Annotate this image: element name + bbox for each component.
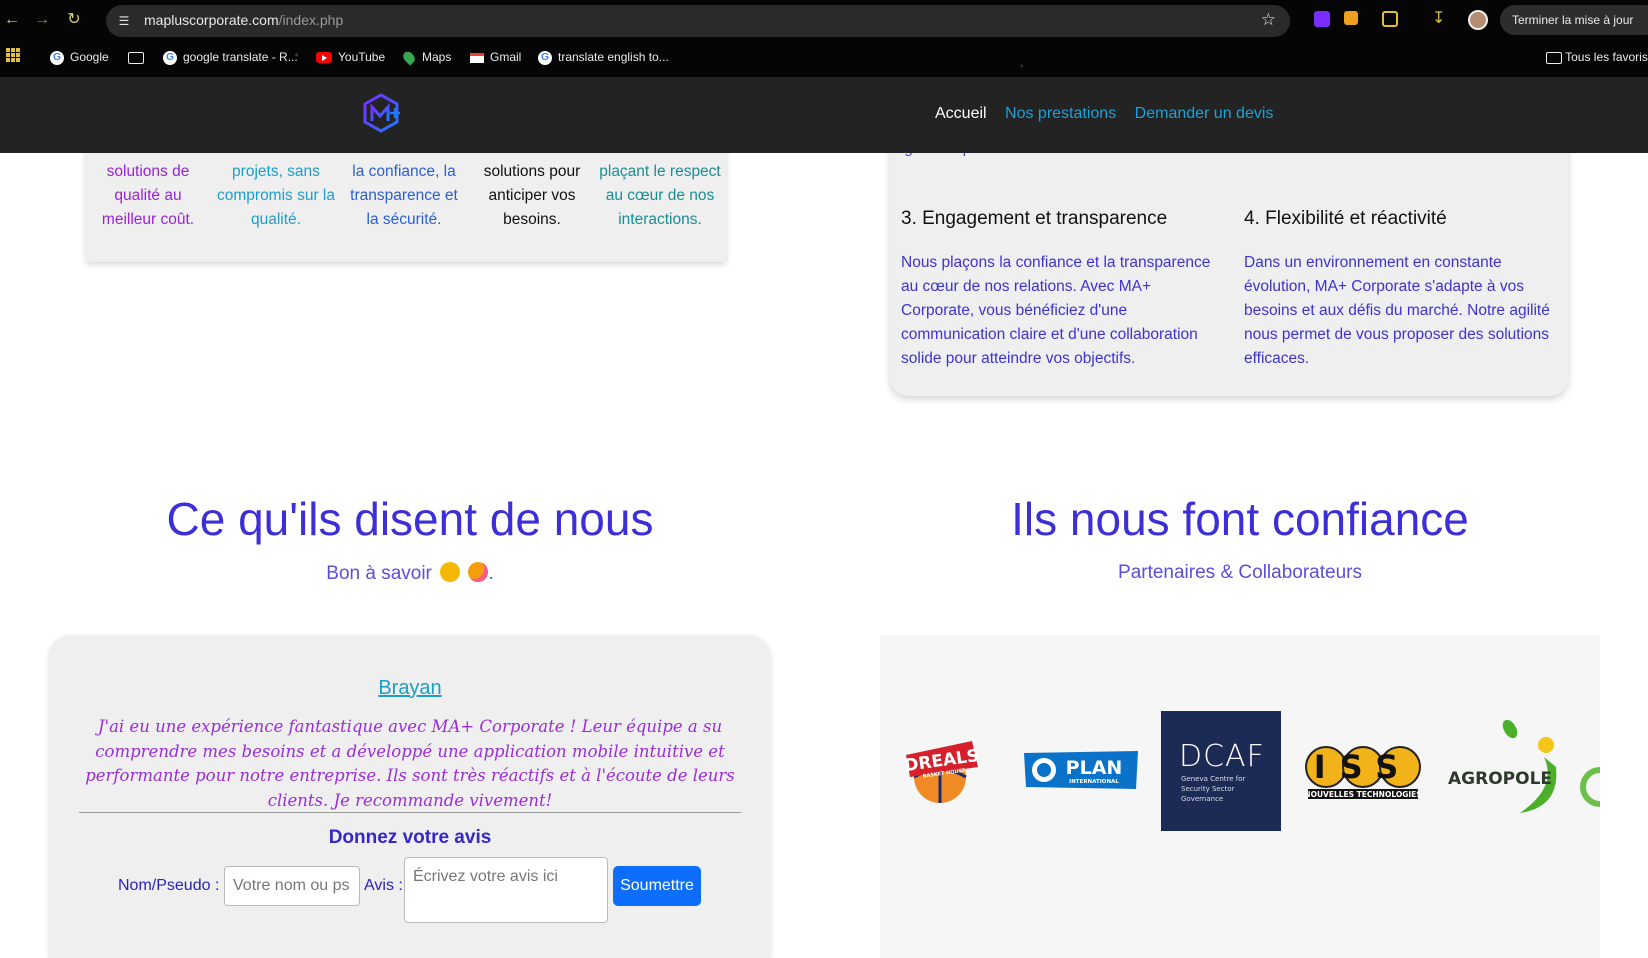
back-arrow-icon[interactable]: ← — [2, 10, 22, 30]
bookmark-google[interactable]: G Google — [50, 50, 109, 65]
bookmark-google-translate[interactable]: Ggoogle translate - R... — [163, 50, 298, 65]
feature-title-4: 4. Flexibilité et réactivité — [1244, 208, 1447, 229]
gmail-icon — [470, 52, 484, 63]
partial-logo-icon — [1580, 767, 1600, 807]
svg-text:ISS: ISS — [1314, 748, 1413, 786]
partner-logo-plan: PLAN INTERNATIONAL — [1022, 749, 1140, 791]
download-icon[interactable]: ↧ — [1432, 11, 1448, 27]
svg-text:AGROPOLE: AGROPOLE — [1448, 769, 1552, 789]
url-text: mapluscorporate.com/index.php — [144, 12, 344, 28]
partners-card: DREALS BASKET HOUSE PLAN INTERNATIONAL D… — [880, 635, 1600, 958]
value-col-4: solutions pour anticiper vos besoins. — [483, 163, 581, 228]
site-header: Accueil Nos prestations Demander un devi… — [0, 77, 1648, 153]
bookmark-youtube[interactable]: YouTube — [316, 50, 385, 64]
dreals-logo-icon: DREALS BASKET HOUSE — [903, 741, 980, 803]
reviewer-name[interactable]: Brayan — [49, 677, 771, 700]
google-icon: G — [163, 50, 177, 65]
maps-icon — [400, 49, 418, 66]
reload-icon[interactable]: ↻ — [64, 10, 84, 30]
feature-text-4: Dans un environnement en constante évolu… — [1244, 254, 1550, 367]
update-browser-button[interactable]: Terminer la mise à jour — [1500, 5, 1648, 35]
review-textarea[interactable]: Écrivez votre avis ici — [404, 857, 608, 923]
testimonials-subtitle: Bon à savoir . — [326, 562, 494, 584]
divider — [79, 812, 741, 813]
review-form-title: Donnez votre avis — [328, 827, 492, 848]
name-input[interactable]: Votre nom ou ps — [224, 866, 360, 906]
bookmark-translate[interactable]: Gtranslate english to... — [538, 50, 669, 65]
all-bookmarks[interactable]: Tous les favoris — [1546, 50, 1648, 64]
feature-title-3: 3. Engagement et transparence — [901, 208, 1168, 229]
main-nav: Accueil Nos prestations Demander un devi… — [935, 105, 1287, 123]
extension-orange-icon[interactable] — [1344, 11, 1358, 25]
google-icon: G — [50, 50, 64, 65]
bookmark-maps[interactable]: Maps — [400, 49, 451, 66]
youtube-icon — [316, 52, 332, 64]
partner-logo-iss: ISS NOUVELLES TECHNOLOGIES — [1304, 739, 1422, 801]
value-col-5: plaçant le respect au cœur de nos intera… — [599, 163, 721, 228]
folder-icon — [128, 51, 144, 64]
google-icon: G — [538, 50, 552, 65]
testimonial-card: Brayan J'ai eu une expérience fantastiqu… — [49, 635, 771, 958]
site-info-icon[interactable]: ☰ — [116, 13, 132, 29]
value-col-2: projets, sans compromis sur la qualité. — [217, 163, 335, 228]
extension-purple-icon[interactable] — [1314, 11, 1330, 27]
name-label: Nom/Pseudo : — [118, 877, 220, 894]
bookmark-folder[interactable] — [128, 50, 144, 64]
partner-logo-dcaf: DCAF Geneva Centre for Security Sector G… — [1161, 711, 1281, 831]
value-col-3: la confiance, la transparence et la sécu… — [350, 163, 458, 228]
review-label: Avis : — [364, 877, 403, 894]
plan-logo-icon: PLAN INTERNATIONAL — [1024, 751, 1138, 789]
svg-text:PLAN: PLAN — [1066, 757, 1123, 779]
profile-avatar[interactable] — [1468, 10, 1488, 30]
bookmark-gmail[interactable]: Gmail — [470, 50, 521, 64]
address-bar[interactable]: ☰ mapluscorporate.com/index.php ☆ — [106, 5, 1290, 37]
value-col-1: solutions de qualité au meilleur coût. — [101, 163, 195, 228]
review-quote: J'ai eu une expérience fantastique avec … — [85, 717, 735, 810]
folder-icon — [1546, 51, 1562, 64]
testimonials-title: Ce qu'ils disent de nous — [166, 493, 654, 545]
forward-arrow-icon[interactable]: → — [32, 10, 52, 30]
partner-logo-partial — [1580, 767, 1600, 817]
svg-text:INTERNATIONAL: INTERNATIONAL — [1069, 779, 1119, 785]
svg-text:NOUVELLES TECHNOLOGIES: NOUVELLES TECHNOLOGIES — [1304, 790, 1421, 799]
agropole-logo-icon: AGROPOLE — [1448, 719, 1557, 813]
partner-logo-dreals: DREALS BASKET HOUSE — [898, 727, 982, 809]
hearts-emoji-icon — [468, 562, 489, 582]
ma-plus-logo[interactable] — [360, 92, 402, 134]
submit-button[interactable]: Soumettre — [613, 866, 701, 906]
extensions-puzzle-icon[interactable] — [1382, 11, 1398, 27]
browser-toolbar: ← → ↻ ☰ mapluscorporate.com/index.php ☆ … — [0, 0, 1648, 40]
iss-logo-icon: ISS NOUVELLES TECHNOLOGIES — [1304, 746, 1422, 799]
bookmarks-bar: G Google Ggoogle translate - R... YouTube… — [0, 40, 1648, 77]
nav-prestations[interactable]: Nos prestations — [1005, 105, 1116, 122]
partner-logo-agropole: AGROPOLE — [1448, 717, 1572, 821]
star-eyes-emoji-icon — [440, 562, 461, 582]
bookmark-star-icon[interactable]: ☆ — [1261, 10, 1276, 30]
partners-title: Ils nous font confiance — [1011, 493, 1469, 545]
feature-text-3: Nous plaçons la confiance et la transpar… — [901, 254, 1211, 367]
apps-grid-icon[interactable] — [6, 48, 20, 62]
nav-devis[interactable]: Demander un devis — [1135, 105, 1274, 122]
nav-accueil[interactable]: Accueil — [935, 105, 987, 122]
partners-subtitle: Partenaires & Collaborateurs — [1118, 562, 1362, 583]
